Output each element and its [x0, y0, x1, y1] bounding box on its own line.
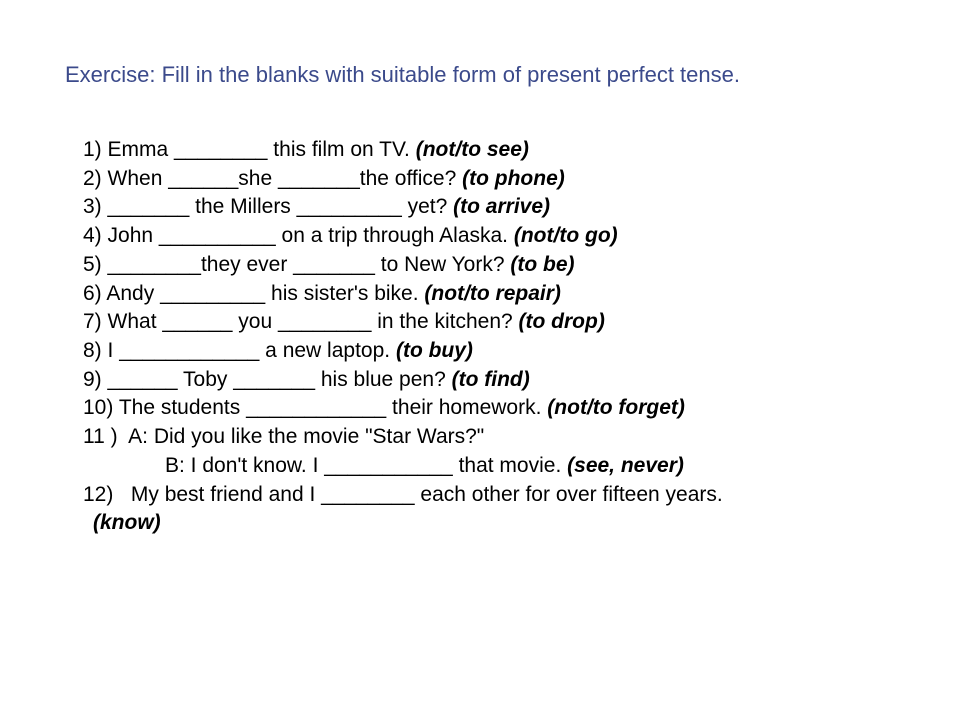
question-hint: (not/to see) [416, 138, 529, 161]
question-number: 4) [83, 224, 102, 247]
question-text: I ____________ a new laptop. [108, 339, 391, 362]
question-1: 1) Emma ________ this film on TV. (not/t… [83, 136, 905, 164]
question-number: 3) [83, 195, 102, 218]
question-text: B: I don't know. I ___________ that movi… [165, 454, 561, 477]
question-7: 7) What ______ you ________ in the kitch… [83, 308, 905, 336]
question-12-hint: (know) [83, 509, 905, 537]
question-hint: (to buy) [396, 339, 473, 362]
question-number: 10) [83, 396, 113, 419]
question-text: John __________ on a trip through Alaska… [108, 224, 508, 247]
question-3: 3) _______ the Millers _________ yet? (t… [83, 193, 905, 221]
question-number: 2) [83, 167, 102, 190]
question-hint: (not/to forget) [547, 396, 685, 419]
question-number: 12) [83, 483, 113, 506]
question-text: My best friend and I ________ each other… [131, 483, 723, 506]
exercise-document: Exercise: Fill in the blanks with suitab… [0, 0, 960, 537]
question-hint: (to drop) [519, 310, 605, 333]
question-text: What ______ you ________ in the kitchen? [108, 310, 513, 333]
question-9: 9) ______ Toby _______ his blue pen? (to… [83, 366, 905, 394]
question-number: 6) [83, 282, 102, 305]
question-text: The students ____________ their homework… [119, 396, 542, 419]
question-number: 7) [83, 310, 102, 333]
question-number: 11 ) [83, 425, 118, 448]
question-hint: (see, never) [567, 454, 684, 477]
question-text: _______ the Millers _________ yet? [108, 195, 448, 218]
question-number: 1) [83, 138, 102, 161]
question-hint: (not/to repair) [424, 282, 561, 305]
question-hint: (to be) [510, 253, 574, 276]
question-11-a: 11 ) A: Did you like the movie "Star War… [83, 423, 905, 451]
question-5: 5) ________they ever _______ to New York… [83, 251, 905, 279]
question-hint: (not/to go) [514, 224, 618, 247]
question-hint: (to arrive) [453, 195, 550, 218]
question-4: 4) John __________ on a trip through Ala… [83, 222, 905, 250]
question-number: 5) [83, 253, 102, 276]
question-text: ______ Toby _______ his blue pen? [108, 368, 446, 391]
question-10: 10) The students ____________ their home… [83, 394, 905, 422]
question-2: 2) When ______she _______the office? (to… [83, 165, 905, 193]
question-hint: (know) [93, 511, 161, 534]
exercise-title: Exercise: Fill in the blanks with suitab… [55, 62, 905, 88]
exercise-list: 1) Emma ________ this film on TV. (not/t… [55, 136, 905, 537]
question-text: ________they ever _______ to New York? [108, 253, 505, 276]
question-hint: (to phone) [462, 167, 565, 190]
question-number: 8) [83, 339, 102, 362]
question-text: Andy _________ his sister's bike. [106, 282, 418, 305]
question-hint: (to find) [452, 368, 530, 391]
question-number: 9) [83, 368, 102, 391]
question-12: 12) My best friend and I ________ each o… [83, 481, 905, 509]
question-11-b: B: I don't know. I ___________ that movi… [83, 452, 905, 480]
question-8: 8) I ____________ a new laptop. (to buy) [83, 337, 905, 365]
question-text: A: Did you like the movie "Star Wars?" [128, 425, 484, 448]
question-6: 6) Andy _________ his sister's bike. (no… [83, 280, 905, 308]
question-text: Emma ________ this film on TV. [108, 138, 410, 161]
question-text: When ______she _______the office? [108, 167, 457, 190]
